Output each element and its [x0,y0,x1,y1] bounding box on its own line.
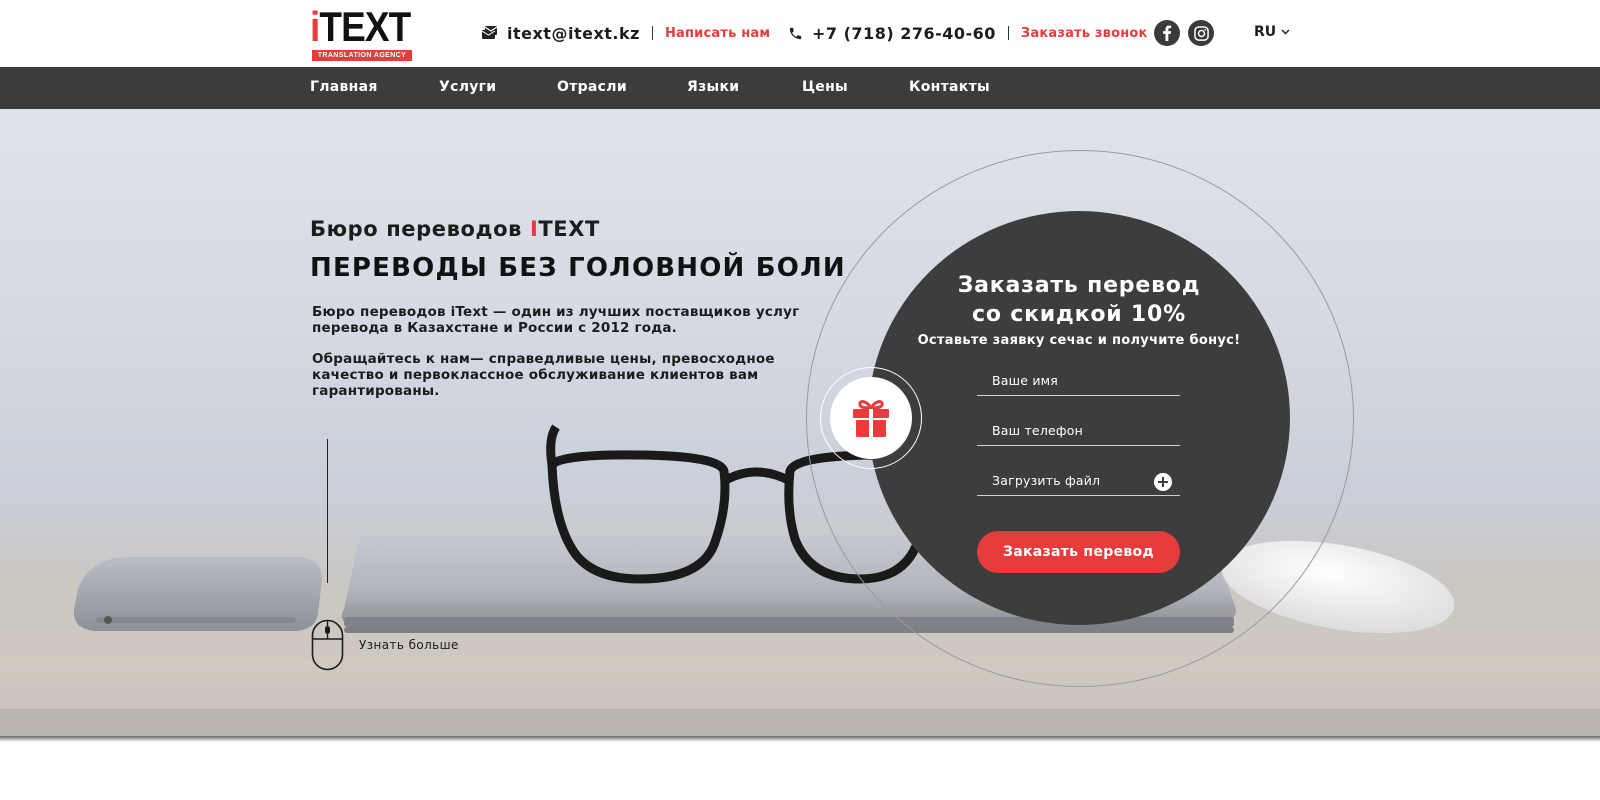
nav-item-services[interactable]: Услуги [439,79,496,95]
nav-item-prices[interactable]: Цены [802,79,848,95]
scroll-line [327,439,328,583]
logo[interactable]: iTEXT TRANSLATION AGENCY [310,4,416,61]
name-field[interactable]: Ваше имя [977,368,1180,396]
hero-section: Бюро переводов ITEXT ПЕРЕВОДЫ БЕЗ ГОЛОВН… [0,109,1600,741]
hero-background-image [0,424,1600,741]
write-us-link[interactable]: Написать нам [665,26,770,41]
mouse-scroll-icon[interactable] [311,619,344,671]
file-upload-label: Загрузить файл [992,473,1101,488]
divider [651,26,653,40]
logo-tagline: TRANSLATION AGENCY [312,50,412,61]
facebook-icon[interactable] [1154,20,1180,46]
nav-item-languages[interactable]: Языки [687,79,739,95]
top-header: iTEXT TRANSLATION AGENCY itext@itext.kz … [0,0,1600,67]
chevron-down-icon [1281,29,1290,35]
language-selector[interactable]: RU [1254,24,1290,40]
hero-paragraph-2: Обращайтесь к нам— справедливые цены, пр… [312,351,775,399]
language-label: RU [1254,24,1277,40]
phone-placeholder: Ваш телефон [992,423,1084,438]
gift-icon [853,400,889,437]
nav-item-home[interactable]: Главная [310,79,378,95]
hero-subtitle: Бюро переводов ITEXT [310,217,600,241]
order-translation-button[interactable]: Заказать перевод [977,531,1180,573]
instagram-icon[interactable] [1188,20,1214,46]
email-address[interactable]: itext@itext.kz [507,24,640,43]
phone-contact: +7 (718) 276-40-60 Заказать звонок [786,22,1148,44]
nav-item-contacts[interactable]: Контакты [909,79,990,95]
file-upload-field[interactable]: Загрузить файл [977,468,1180,496]
form-subtitle: Оставьте заявку сечас и получите бонус! [917,333,1241,348]
logo-letters: TEXT [319,3,411,50]
hero-bottom-edge [0,736,1600,742]
name-placeholder: Ваше имя [992,373,1059,388]
gift-badge [830,377,912,459]
divider [1007,26,1009,40]
logo-wordmark: iTEXT [310,3,411,50]
email-contact: itext@itext.kz Написать нам [481,22,770,44]
subtitle-prefix: Бюро переводов [310,217,530,241]
subtitle-brand: TEXT [538,217,600,241]
envelope-icon [481,24,499,42]
main-nav: Главная Услуги Отрасли Языки Цены Контак… [0,67,1600,109]
phone-number[interactable]: +7 (718) 276-40-60 [812,24,996,43]
logo-letter-i: i [310,3,320,50]
learn-more-link[interactable]: Узнать больше [359,638,459,652]
phone-icon [786,24,804,42]
plus-icon[interactable] [1154,473,1172,491]
form-title-line-1: Заказать перевод [957,273,1201,298]
form-title-line-2: со скидкой 10% [972,302,1186,327]
phone-field[interactable]: Ваш телефон [977,418,1180,446]
nav-item-industries[interactable]: Отрасли [557,79,627,95]
hero-headline: ПЕРЕВОДЫ БЕЗ ГОЛОВНОЙ БОЛИ [310,253,846,283]
request-call-link[interactable]: Заказать звонок [1021,26,1148,41]
hero-paragraph-1: Бюро переводов iText — один из лучших по… [312,304,800,336]
